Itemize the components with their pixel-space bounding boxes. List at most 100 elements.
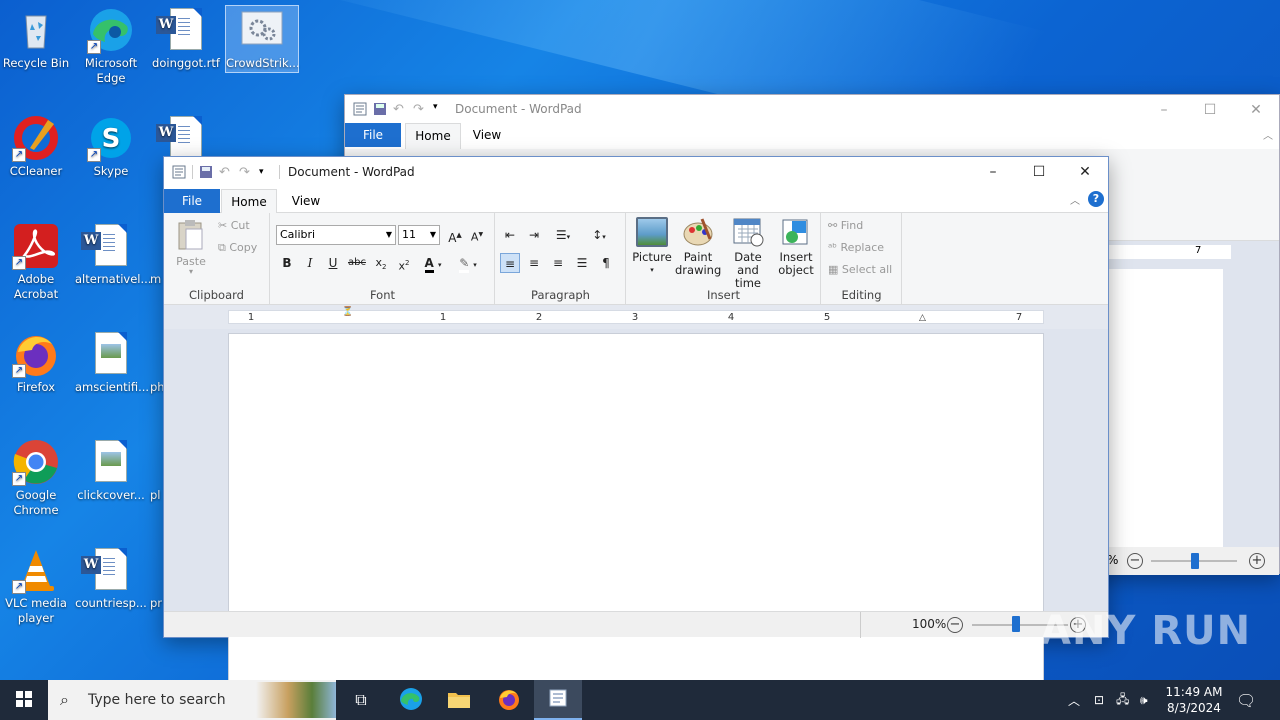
paste-button[interactable]: Paste ▾: [174, 219, 208, 276]
decrease-indent-icon[interactable]: ⇤: [500, 225, 520, 245]
minimize-button[interactable]: –: [1141, 95, 1187, 125]
select-all-button[interactable]: ▦ Select all: [828, 263, 892, 276]
customize-qat-icon[interactable]: ▾: [433, 102, 447, 116]
right-indent-marker[interactable]: △: [919, 313, 926, 323]
line-spacing-icon[interactable]: ↕▾: [584, 225, 614, 245]
taskbar-edge-button[interactable]: [388, 680, 434, 720]
wordpad-window[interactable]: ↶ ↷ ▾ Document - WordPad – ☐ ✕ File Home…: [163, 156, 1109, 720]
find-button[interactable]: ⚯ Find: [828, 219, 863, 232]
desktop-icon-doinggot[interactable]: W doinggot.rtf: [150, 6, 222, 71]
title-bar[interactable]: ↶ ↷ ▾ Document - WordPad – ☐ ✕: [164, 157, 1108, 187]
align-left-icon[interactable]: ≡: [500, 253, 520, 273]
redo-icon[interactable]: ↷: [413, 102, 427, 117]
desktop-icon-clickcover[interactable]: clickcover...: [75, 438, 147, 503]
redo-icon[interactable]: ↷: [239, 165, 253, 180]
shrink-font-button[interactable]: A▼: [467, 225, 487, 245]
desktop-icon-ccleaner[interactable]: ↗ CCleaner: [0, 114, 72, 179]
copy-button[interactable]: ⧉ Copy: [218, 241, 257, 255]
desktop-icon-label: CCleaner: [9, 164, 63, 178]
desktop-icon-crowdstrike[interactable]: CrowdStrik...: [225, 5, 300, 73]
collapse-ribbon-icon[interactable]: ︿: [1070, 192, 1080, 207]
taskbar-file-explorer-button[interactable]: [436, 680, 482, 720]
replace-button[interactable]: ᵃᵇ Replace: [828, 241, 884, 254]
search-box[interactable]: ⌕ Type here to search: [48, 680, 336, 720]
zoom-slider-thumb[interactable]: [1012, 616, 1020, 632]
italic-button[interactable]: I: [300, 253, 320, 273]
maximize-button[interactable]: ☐: [1016, 157, 1062, 187]
tab-view[interactable]: View: [467, 123, 507, 147]
paint-drawing-button[interactable]: Paint drawing: [675, 217, 721, 277]
wordpad-app-icon[interactable]: [172, 165, 186, 179]
zoom-out-button[interactable]: −: [947, 617, 963, 633]
task-view-button[interactable]: ⧉: [338, 680, 384, 720]
volume-icon[interactable]: 🕪: [1140, 680, 1160, 720]
close-button[interactable]: ✕: [1233, 95, 1279, 125]
desktop-icon-skype[interactable]: S ↗ Skype: [75, 114, 147, 179]
font-size-select[interactable]: 11 ▼: [398, 225, 440, 245]
save-icon[interactable]: [373, 102, 387, 116]
desktop-icon-recycle-bin[interactable]: Recycle Bin: [0, 6, 72, 78]
font-family-select[interactable]: Calibri ▼: [276, 225, 396, 245]
bold-button[interactable]: B: [277, 253, 297, 273]
cut-button[interactable]: ✂ Cut: [218, 219, 250, 232]
highlight-color-button[interactable]: ✎ ▾: [453, 253, 483, 273]
clock[interactable]: 11:49 AM 8/3/2024: [1164, 680, 1224, 720]
start-button[interactable]: [0, 680, 48, 720]
text-color-button[interactable]: A ▾: [419, 253, 447, 273]
paragraph-settings-icon[interactable]: ¶: [596, 253, 616, 273]
desktop-icon-vlc[interactable]: ↗ VLC media player: [0, 546, 72, 626]
date-time-button[interactable]: Date and time: [723, 217, 773, 290]
search-icon: ⌕: [60, 690, 69, 709]
zoom-out-button[interactable]: −: [1127, 553, 1143, 569]
tab-home[interactable]: Home: [221, 189, 277, 213]
desktop-icon-alternativel[interactable]: W alternativel...: [75, 222, 151, 287]
network-icon[interactable]: 🖧: [1116, 680, 1136, 720]
justify-icon[interactable]: ☰: [572, 253, 592, 273]
skype-icon: S ↗: [87, 114, 135, 162]
subscript-button[interactable]: x2: [371, 253, 391, 273]
zoom-slider-thumb[interactable]: [1191, 553, 1199, 569]
close-button[interactable]: ✕: [1062, 157, 1108, 187]
desktop-icon-countriesp[interactable]: W countriesp...: [75, 546, 147, 611]
insert-object-button[interactable]: Insert object: [773, 217, 819, 277]
superscript-button[interactable]: x2: [394, 253, 414, 273]
align-center-icon[interactable]: ≡: [524, 253, 544, 273]
undo-icon[interactable]: ↶: [219, 165, 233, 180]
bullets-icon[interactable]: ☰▾: [548, 225, 578, 245]
grow-font-button[interactable]: A▲: [445, 225, 465, 245]
desktop-icon-firefox[interactable]: ↗ Firefox: [0, 330, 72, 395]
zoom-in-button[interactable]: +: [1249, 553, 1265, 569]
save-icon[interactable]: [199, 165, 213, 179]
undo-icon[interactable]: ↶: [393, 102, 407, 117]
document-page[interactable]: [228, 333, 1044, 720]
desktop-icon-google-chrome[interactable]: ↗ Google Chrome: [0, 438, 72, 518]
align-right-icon[interactable]: ≡: [548, 253, 568, 273]
strikethrough-button[interactable]: abc: [347, 253, 367, 273]
tab-file[interactable]: File: [345, 123, 401, 147]
maximize-button[interactable]: ☐: [1187, 95, 1233, 125]
paint-drawing-label: Paint drawing: [675, 250, 722, 277]
tray-app-icon[interactable]: ⊡: [1094, 680, 1112, 720]
minimize-button[interactable]: –: [970, 157, 1016, 187]
taskbar-wordpad-button[interactable]: [534, 680, 582, 720]
desktop-icon-adobe-acrobat[interactable]: ↗ Adobe Acrobat: [0, 222, 72, 302]
show-hidden-icons-button[interactable]: ︿: [1068, 680, 1088, 720]
document-page[interactable]: [1107, 269, 1223, 551]
paste-dropdown-icon[interactable]: ▾: [174, 268, 208, 276]
notifications-button[interactable]: 🗨: [1236, 680, 1260, 720]
collapse-ribbon-icon[interactable]: ︿: [1263, 127, 1273, 142]
tab-view[interactable]: View: [284, 189, 328, 213]
underline-button[interactable]: U: [323, 253, 343, 273]
taskbar-firefox-button[interactable]: [486, 680, 532, 720]
first-line-indent-marker[interactable]: ⏳: [342, 307, 353, 317]
customize-qat-icon[interactable]: ▾: [259, 165, 273, 179]
help-button[interactable]: ?: [1088, 191, 1104, 207]
desktop-icon-label: Microsoft Edge: [84, 56, 138, 85]
tab-file[interactable]: File: [164, 189, 220, 213]
tab-home[interactable]: Home: [405, 123, 461, 149]
increase-indent-icon[interactable]: ⇥: [524, 225, 544, 245]
picture-button[interactable]: Picture ▾: [629, 217, 675, 277]
desktop-icon-microsoft-edge[interactable]: ↗ Microsoft Edge: [75, 6, 147, 86]
desktop-icon-amscientifi[interactable]: amscientifi...: [75, 330, 149, 395]
insert-object-icon: [780, 217, 812, 247]
